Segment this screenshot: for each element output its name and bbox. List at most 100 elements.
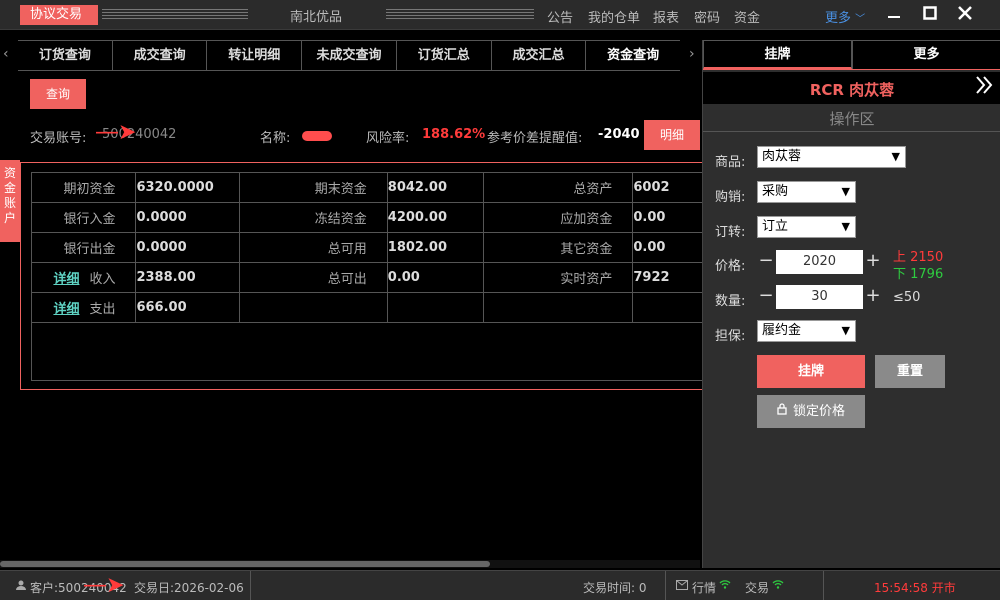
product-label: 商品: bbox=[715, 155, 746, 170]
table-row: 银行出金 0.0000 总可用 1802.00 其它资金 0.00 bbox=[32, 232, 704, 263]
tab-pending-query[interactable]: 未成交查询 bbox=[302, 41, 397, 70]
scrollbar-thumb[interactable] bbox=[0, 561, 490, 567]
order-type-label: 订转: bbox=[715, 225, 746, 240]
table-row: 期初资金 6320.0000 期末资金 8042.00 总资产 6002 bbox=[32, 173, 704, 203]
cell-label: 期初资金 bbox=[32, 173, 137, 203]
double-chevron-right-icon[interactable] bbox=[975, 75, 993, 100]
operation-area-title: 操作区 bbox=[703, 106, 1000, 132]
nav-my-receipts[interactable]: 我的仓单 bbox=[588, 7, 640, 26]
user-icon bbox=[16, 579, 26, 593]
price-minus-icon[interactable]: − bbox=[757, 250, 775, 272]
market-status[interactable]: 行情 bbox=[692, 579, 716, 596]
risk-value: 188.62% bbox=[422, 127, 486, 142]
order-panel-tabs: 挂牌 更多 bbox=[703, 40, 1000, 70]
chevron-down-icon: ▼ bbox=[891, 150, 900, 163]
tab-fund-query[interactable]: 资金查询 bbox=[586, 41, 680, 70]
minimize-icon[interactable] bbox=[882, 3, 906, 27]
cell-value: 0.00 bbox=[632, 232, 704, 263]
product-header: RCR 肉苁蓉 bbox=[703, 72, 1000, 104]
cell-value: 0.00 bbox=[386, 262, 485, 293]
cell-value: 6002 bbox=[632, 173, 704, 203]
price-limit-down: 下 1796 bbox=[893, 267, 944, 282]
status-bar: 客户:500240042 ―➤ 交易日:2026-02-06 交易时间: 0 行… bbox=[0, 570, 1000, 600]
cell-value: 8042.00 bbox=[386, 173, 485, 203]
trade-day: 交易日:2026-02-06 bbox=[134, 581, 244, 595]
price-input[interactable]: 2020 bbox=[776, 250, 863, 274]
cell-value: 0.0000 bbox=[135, 232, 240, 263]
fund-table: 期初资金 6320.0000 期末资金 8042.00 总资产 6002 银行入… bbox=[32, 173, 704, 323]
nav-password[interactable]: 密码 bbox=[694, 7, 720, 26]
nav-funds[interactable]: 资金 bbox=[734, 7, 760, 26]
title-stripes-left bbox=[102, 9, 248, 21]
cell-label: 其它资金 bbox=[483, 232, 634, 263]
title-bar: 协议交易 南北优品 公告 我的仓单 报表 密码 资金 更多 ﹀ bbox=[0, 0, 1000, 30]
cell-label: 冻结资金 bbox=[238, 202, 388, 233]
window-title: 南北优品 bbox=[290, 10, 343, 25]
product-select[interactable]: 肉苁蓉 ▼ bbox=[757, 146, 906, 168]
chevron-down-icon: ﹀ bbox=[855, 14, 866, 25]
maximize-icon[interactable] bbox=[918, 3, 942, 27]
quantity-max: ≤50 bbox=[893, 290, 921, 305]
account-label: 交易账号: bbox=[30, 131, 87, 146]
cell-value: 4200.00 bbox=[386, 202, 485, 233]
lock-icon bbox=[777, 395, 787, 428]
price-plus-icon[interactable]: + bbox=[864, 250, 882, 272]
trade-status[interactable]: 交易 bbox=[745, 579, 769, 596]
buysell-select[interactable]: 采购 ▼ bbox=[757, 181, 856, 203]
cell-label: 期末资金 bbox=[238, 173, 388, 203]
table-row: 详细 收入 2388.00 总可出 0.00 实时资产 7922 bbox=[32, 262, 704, 293]
tab-order-query[interactable]: 订货查询 bbox=[18, 41, 113, 70]
chevron-down-icon: ▼ bbox=[841, 185, 850, 198]
cell-label: 实时资产 bbox=[483, 262, 634, 293]
risk-label: 风险率: bbox=[366, 131, 410, 146]
tab-more[interactable]: 更多 bbox=[852, 40, 1000, 69]
order-type-select[interactable]: 订立 ▼ bbox=[757, 216, 856, 238]
app-name-badge[interactable]: 协议交易 bbox=[20, 5, 98, 25]
table-row: 银行入金 0.0000 冻结资金 4200.00 应加资金 0.00 bbox=[32, 202, 704, 233]
quantity-minus-icon[interactable]: − bbox=[757, 285, 775, 307]
cell-label: 总可用 bbox=[238, 232, 388, 263]
tabs-scroll-left-icon[interactable]: ‹ bbox=[3, 46, 9, 62]
tabs-scroll-right-icon[interactable]: › bbox=[689, 46, 695, 62]
quantity-input[interactable]: 30 bbox=[776, 285, 863, 309]
buysell-label: 购销: bbox=[715, 190, 746, 205]
title-stripes-right bbox=[386, 9, 534, 21]
trade-time: 交易时间: 0 bbox=[583, 581, 647, 595]
cell-value: 666.00 bbox=[135, 292, 240, 323]
guarantee-select[interactable]: 履约金 ▼ bbox=[757, 320, 856, 342]
lock-price-button[interactable]: 锁定价格 bbox=[757, 395, 865, 428]
cell-value: 7922 bbox=[632, 262, 704, 293]
product-title: RCR 肉苁蓉 bbox=[809, 81, 895, 99]
cell-value: 1802.00 bbox=[386, 232, 485, 263]
query-button[interactable]: 查询 bbox=[30, 79, 86, 109]
cell-label: 总资产 bbox=[483, 173, 634, 203]
wifi-icon bbox=[719, 578, 731, 592]
more-menu[interactable]: 更多 ﹀ bbox=[825, 7, 865, 26]
tab-deal-summary[interactable]: 成交汇总 bbox=[492, 41, 587, 70]
nav-reports[interactable]: 报表 bbox=[653, 7, 679, 26]
nav-announcement[interactable]: 公告 bbox=[547, 7, 573, 26]
reset-button[interactable]: 重置 bbox=[875, 355, 945, 388]
income-detail-link[interactable]: 详细 bbox=[53, 272, 79, 287]
quantity-plus-icon[interactable]: + bbox=[864, 285, 882, 307]
guarantee-label: 担保: bbox=[715, 329, 746, 344]
expense-detail-link[interactable]: 详细 bbox=[53, 302, 79, 317]
wifi-icon bbox=[772, 578, 784, 592]
annotation-arrow: ―➤ bbox=[96, 120, 137, 145]
tab-order-summary[interactable]: 订货汇总 bbox=[397, 41, 492, 70]
close-icon[interactable] bbox=[953, 3, 977, 27]
quantity-label: 数量: bbox=[715, 294, 746, 309]
tab-transfer-detail[interactable]: 转让明细 bbox=[207, 41, 303, 70]
list-button[interactable]: 挂牌 bbox=[757, 355, 865, 388]
cell-value: 2388.00 bbox=[135, 262, 240, 293]
cell-label: 总可出 bbox=[238, 262, 388, 293]
mail-icon bbox=[676, 579, 688, 593]
tab-listing[interactable]: 挂牌 bbox=[703, 40, 852, 69]
redaction-mark bbox=[302, 131, 332, 141]
tab-deal-query[interactable]: 成交查询 bbox=[113, 41, 208, 70]
fund-account-tag[interactable]: 资金账户 bbox=[0, 160, 20, 242]
table-row: 详细 支出 666.00 bbox=[32, 292, 704, 323]
detail-button[interactable]: 明细 bbox=[644, 120, 700, 150]
market-clock: 15:54:58 开市 bbox=[874, 581, 956, 595]
cell-value: 0.00 bbox=[632, 202, 704, 233]
